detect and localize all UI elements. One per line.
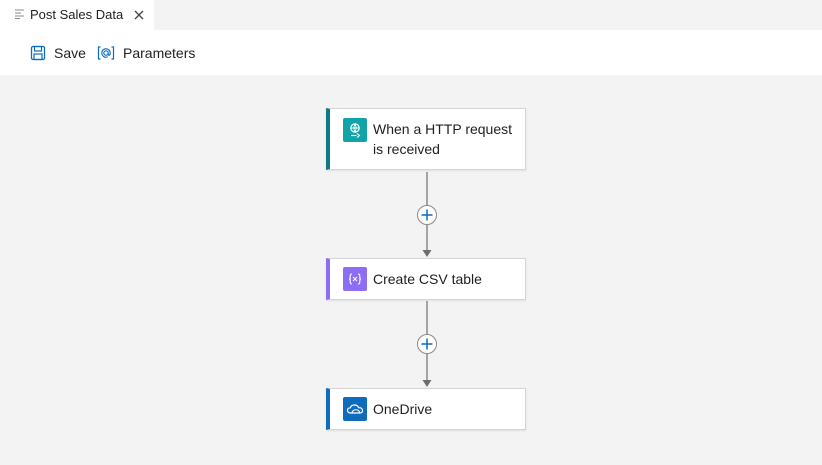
node-label: OneDrive (373, 401, 433, 417)
node-onedrive[interactable]: OneDrive (326, 388, 526, 430)
add-step-button[interactable] (417, 334, 437, 354)
http-request-icon (343, 118, 367, 142)
plus-icon (421, 209, 433, 221)
csv-table-icon (343, 267, 367, 291)
add-step-button[interactable] (417, 205, 437, 225)
node-http-request-trigger[interactable]: When a HTTP request is received (326, 108, 526, 170)
plus-icon (421, 338, 433, 350)
onedrive-icon (343, 397, 367, 421)
node-label: Create CSV table (373, 271, 482, 287)
node-label: When a HTTP request is received (373, 121, 513, 157)
node-create-csv-table[interactable]: Create CSV table (326, 258, 526, 300)
